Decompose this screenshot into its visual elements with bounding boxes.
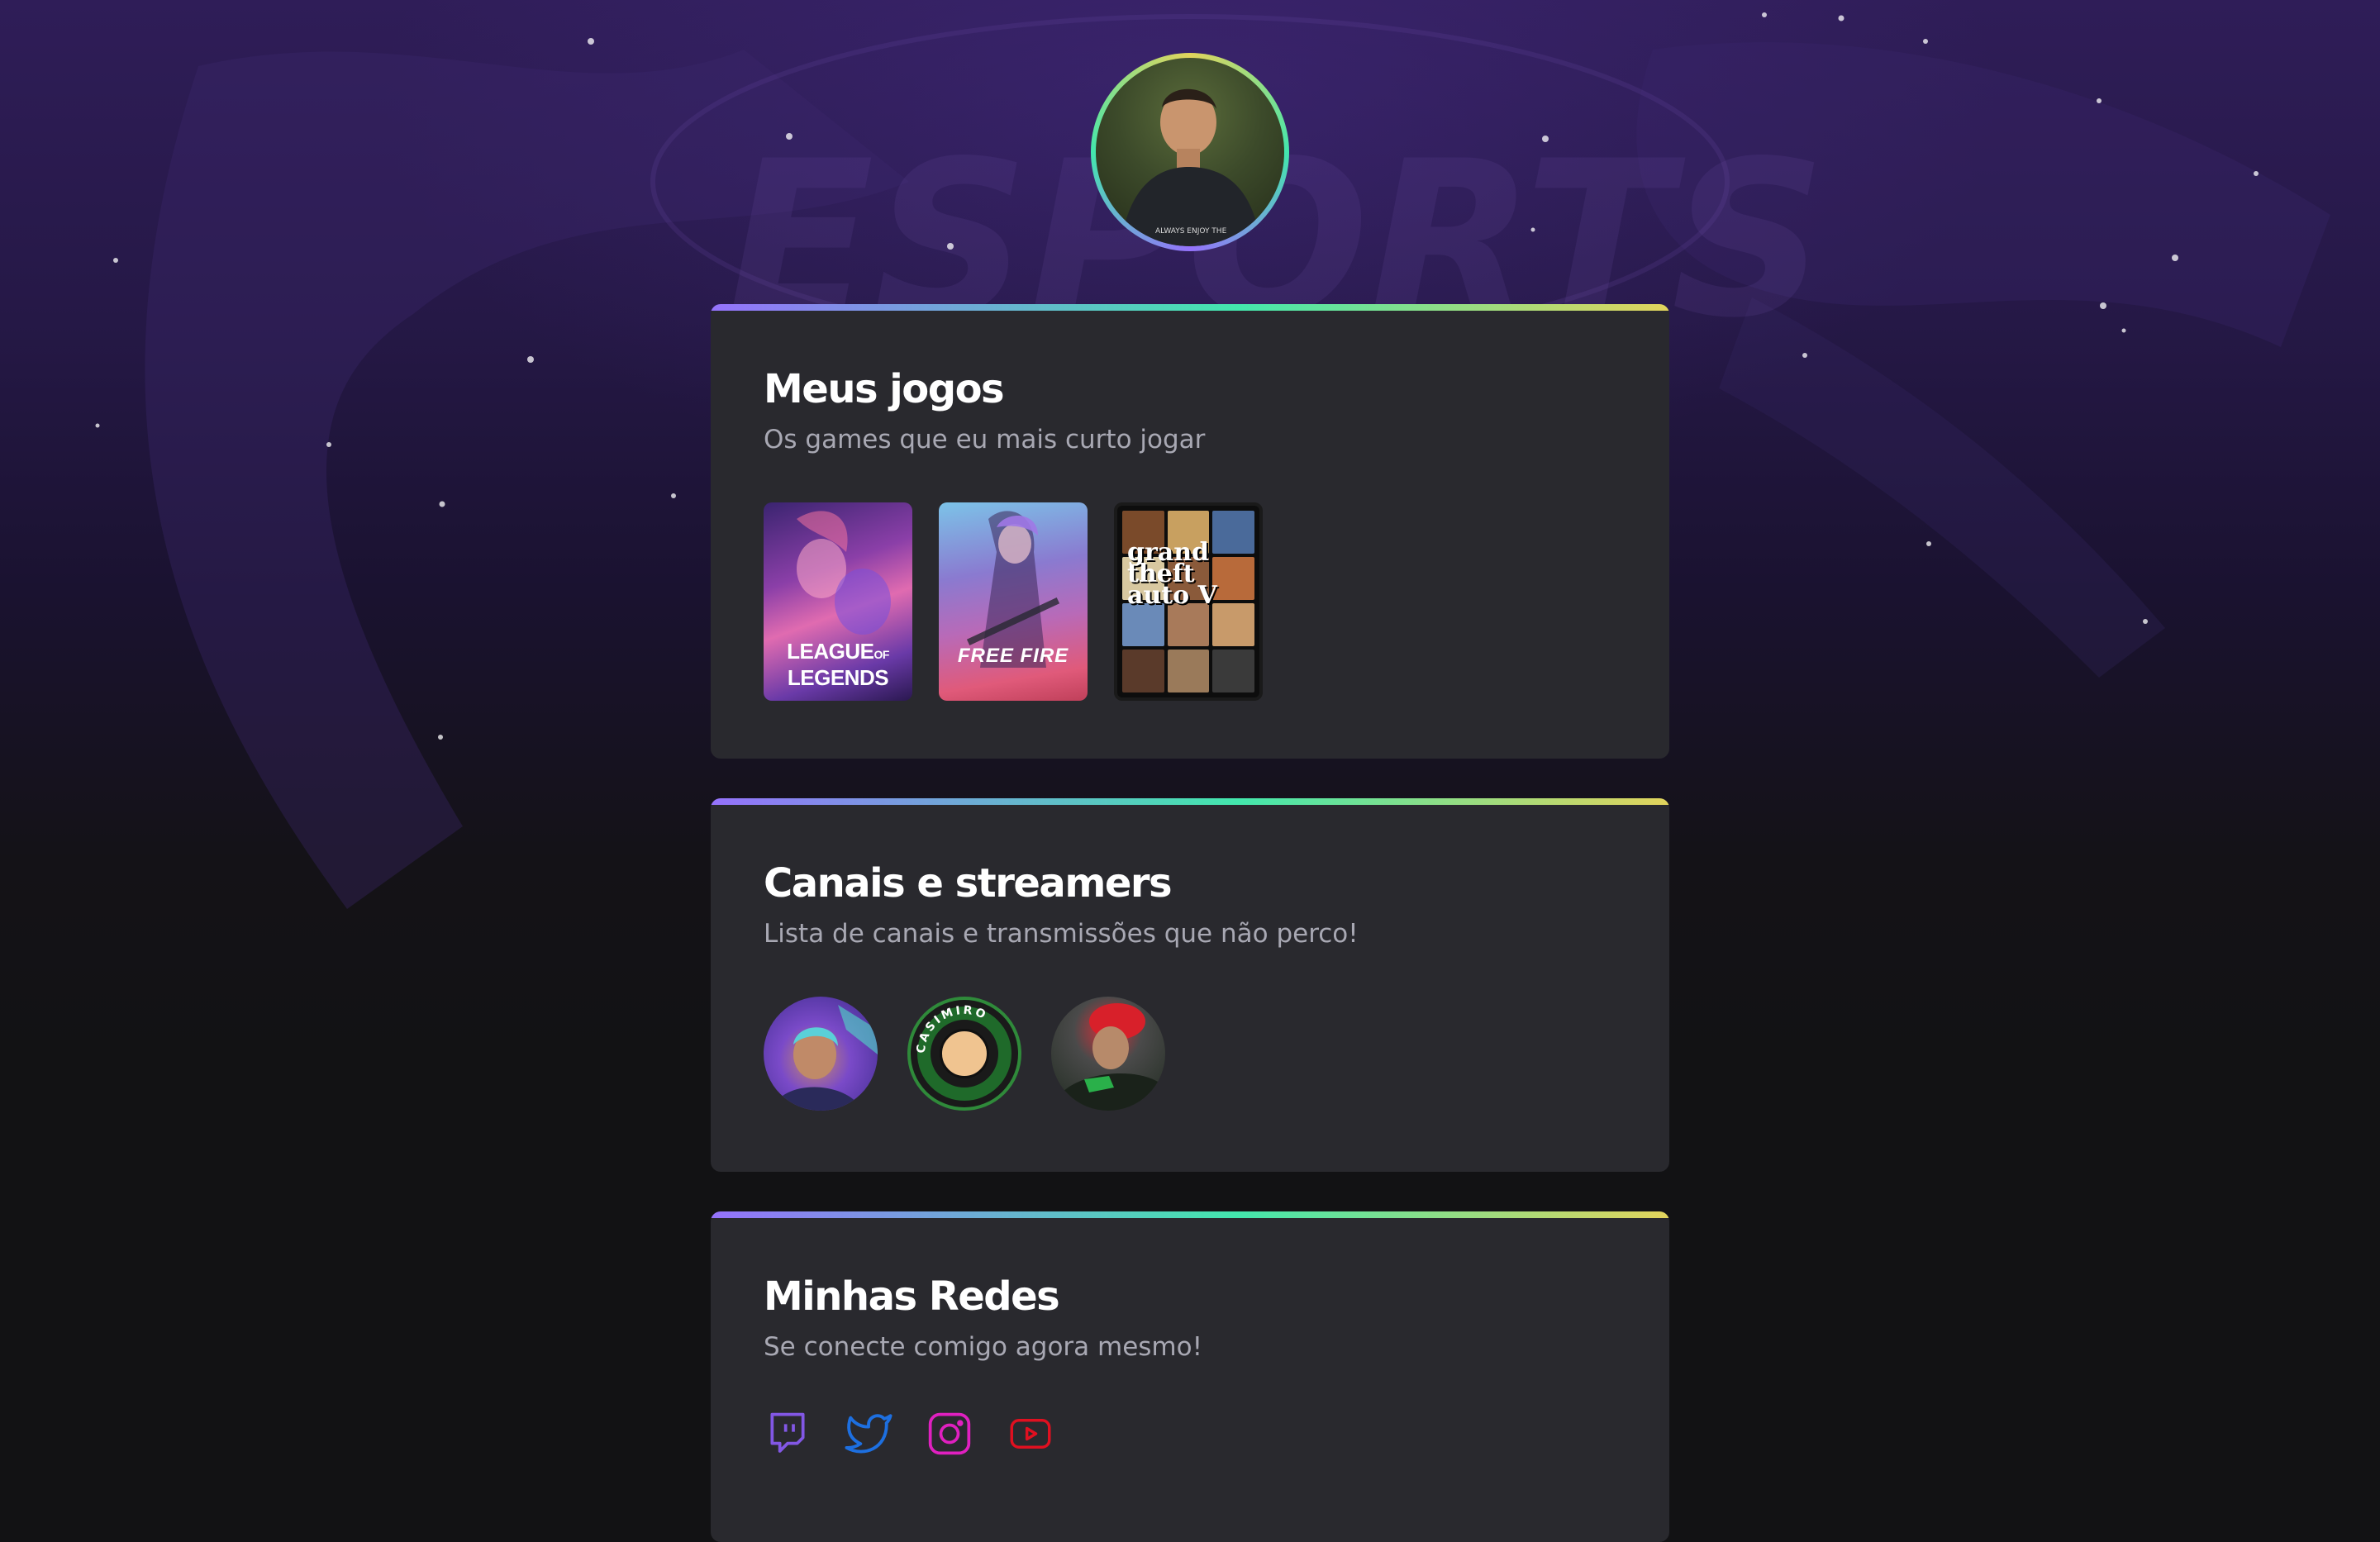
shirt-text: ALWAYS ENJOY THE: [1155, 227, 1227, 236]
casimiro-text-ring: CASIMIRO: [915, 1004, 990, 1054]
streamer-avatar-3[interactable]: [1051, 997, 1165, 1111]
lol-logo: LEAGUEOF LEGENDS: [787, 640, 889, 689]
lol-logo-line2: LEGENDS: [787, 665, 889, 690]
svg-text:CASIMIRO: CASIMIRO: [915, 1004, 990, 1054]
streamer-avatar-1[interactable]: [764, 997, 878, 1111]
streamers-title: Canais e streamers: [764, 860, 1173, 907]
games-title: Meus jogos: [764, 366, 1005, 412]
twitter-icon: [845, 1414, 892, 1454]
game-gta-v[interactable]: grand theft auto V: [1114, 502, 1263, 701]
socials-card: Minhas Redes Se conecte comigo agora mes…: [711, 1211, 1669, 1542]
profile-photo: ALWAYS ENJOY THE: [1096, 58, 1284, 246]
game-league-of-legends[interactable]: LEAGUEOF LEGENDS: [764, 502, 912, 701]
games-subtitle: Os games que eu mais curto jogar: [764, 425, 1206, 455]
streamers-list: CASIMIRO: [764, 997, 1616, 1111]
streamers-subtitle: Lista de canais e transmissões que não p…: [764, 919, 1359, 949]
instagram-icon: [928, 1412, 971, 1455]
twitter-link[interactable]: [845, 1410, 892, 1458]
casimiro-badge-text: CASIMIRO: [915, 1004, 988, 1054]
socials-list: [764, 1410, 1616, 1458]
streamer-1-art: [772, 1005, 878, 1111]
game-free-fire[interactable]: FREE FIRE: [939, 502, 1088, 701]
ff-art: [966, 511, 1060, 668]
lol-logo-of: OF: [873, 648, 889, 661]
ff-logo: FREE FIRE: [957, 645, 1069, 667]
youtube-icon: [1010, 1419, 1051, 1449]
streamer-avatar-casimiro[interactable]: CASIMIRO: [907, 997, 1021, 1111]
games-card: Meus jogos Os games que eu mais curto jo…: [711, 304, 1669, 759]
profile-avatar: ALWAYS ENJOY THE: [1091, 53, 1289, 251]
socials-subtitle: Se conecte comigo agora mesmo!: [764, 1332, 1203, 1362]
lol-logo-line1: LEAGUE: [787, 639, 874, 664]
instagram-link[interactable]: [926, 1410, 973, 1458]
twitch-icon: [770, 1412, 805, 1453]
gta-logo: grand theft auto V: [1127, 538, 1217, 610]
youtube-link[interactable]: [1007, 1410, 1054, 1458]
games-list: LEAGUEOF LEGENDS FREE FIRE grand theft a…: [764, 502, 1616, 701]
twitch-link[interactable]: [764, 1410, 812, 1458]
person-illustration: ALWAYS ENJOY THE: [1121, 88, 1261, 246]
streamer-3-art: [1051, 1003, 1165, 1111]
streamers-card: Canais e streamers Lista de canais e tra…: [711, 798, 1669, 1172]
socials-title: Minhas Redes: [764, 1273, 1060, 1320]
